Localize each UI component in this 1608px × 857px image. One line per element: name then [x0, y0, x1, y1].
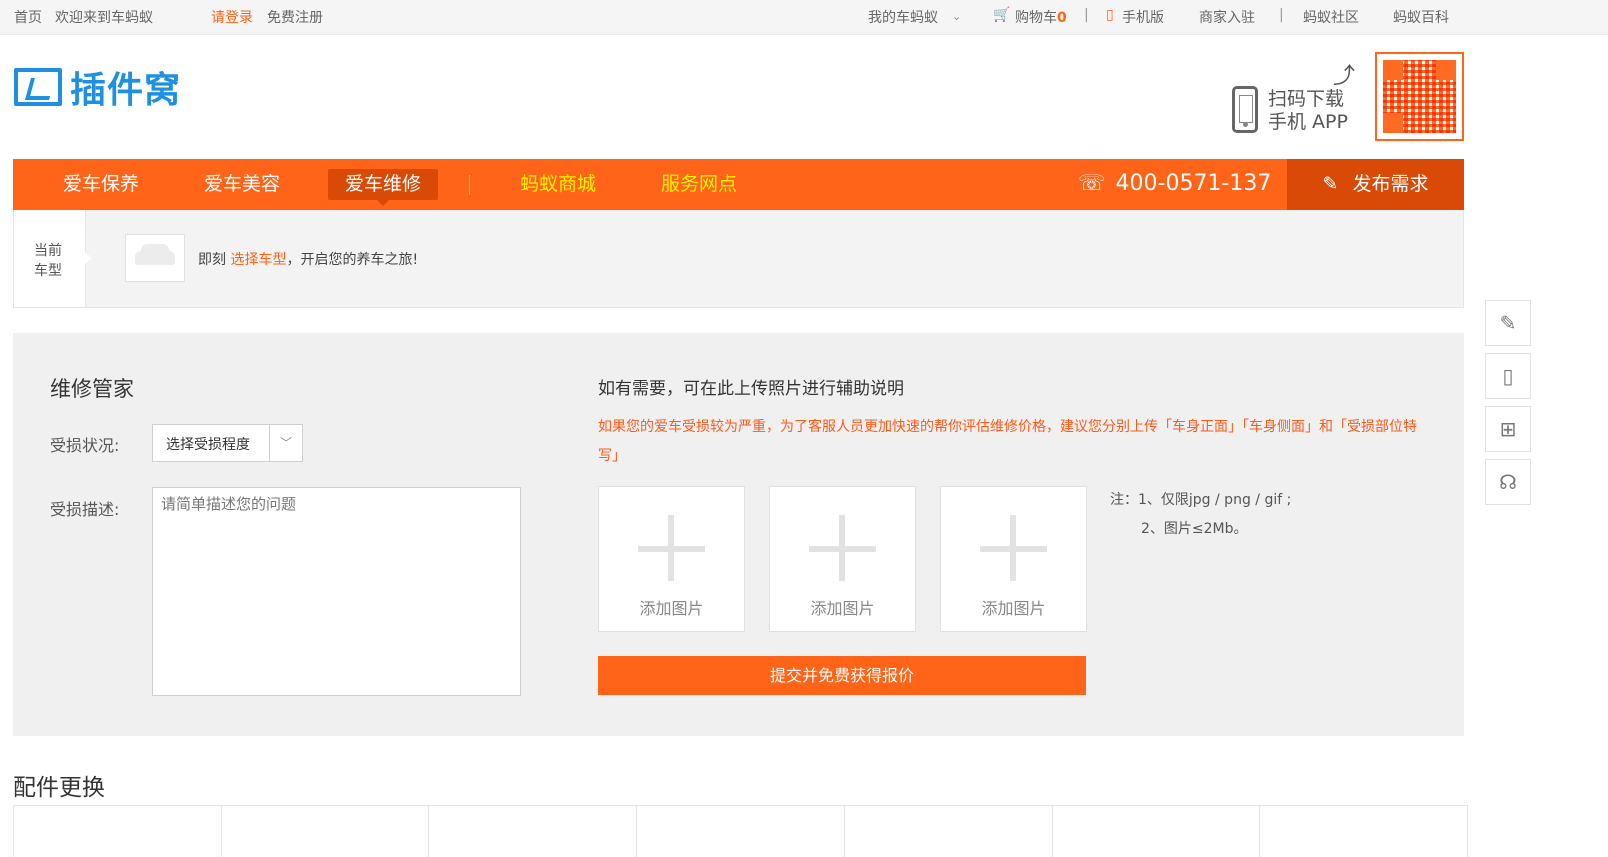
nav-divider — [469, 175, 470, 195]
pencil-icon: ✎ — [1322, 173, 1339, 195]
logo-text: 插件窝 — [70, 70, 182, 111]
site-logo[interactable]: 插件窝 — [14, 66, 181, 111]
merchant-link[interactable]: 商家入驻 — [1199, 7, 1255, 27]
parts-cell[interactable] — [845, 806, 1053, 857]
parts-cell[interactable] — [637, 806, 845, 857]
repair-panel: 维修管家 受损状况: 选择受损程度 ﹀ 受损描述: 如有需要，可在此上传照片进行… — [13, 333, 1464, 736]
qr-code-icon[interactable]: ⊞ — [1485, 406, 1531, 452]
upload-title: 如有需要，可在此上传照片进行辅助说明 — [598, 379, 904, 399]
wiki-link[interactable]: 蚂蚁百科 — [1393, 7, 1449, 27]
upload-note: 注：1、仅限jpg / png / gif ; 2、图片≤2Mb。 — [1110, 492, 1292, 537]
app-qr-code — [1375, 52, 1464, 141]
current-car-bar: 当前 车型 即刻 选择车型，开启您的养车之旅! — [13, 210, 1464, 308]
telephone-icon: ☏ — [1078, 171, 1106, 196]
current-car-label: 当前 车型 — [14, 210, 92, 307]
chevron-down-icon: ﹀ — [269, 425, 302, 461]
parts-cell[interactable] — [429, 806, 638, 857]
hotline: ☏ 400-0571-137 — [1078, 171, 1271, 196]
nav-item-maintenance[interactable]: 爱车保养 — [51, 169, 151, 200]
app-download-text: 扫码下载 手机 APP — [1268, 88, 1348, 133]
hotline-number: 400-0571-137 — [1115, 171, 1272, 196]
description-label: 受损描述: — [50, 500, 120, 519]
select-car-model-link[interactable]: 选择车型 — [230, 252, 286, 268]
divider: | — [1084, 7, 1089, 23]
add-image-button[interactable]: 添加图片 — [769, 486, 916, 632]
add-image-button[interactable]: 添加图片 — [940, 486, 1087, 632]
top-bar: 首页 欢迎来到车蚂蚁 请登录 免费注册 我的车蚂蚁 ⌄ 🛒 购物车0 | ▯ 手… — [0, 0, 1608, 35]
damage-level-select[interactable]: 选择受损程度 ﹀ — [152, 424, 303, 462]
nav-item-mall[interactable]: 蚂蚁商城 — [508, 169, 608, 200]
login-link[interactable]: 请登录 — [211, 7, 253, 27]
chevron-down-icon[interactable]: ⌄ — [952, 10, 961, 23]
side-toolbar: ✎ ▯ ⊞ ☊ — [1485, 300, 1531, 512]
community-link[interactable]: 蚂蚁社区 — [1303, 7, 1359, 27]
curved-arrow-icon: ⤴ — [1333, 64, 1356, 89]
mobile-icon: ▯ — [1106, 7, 1114, 23]
publish-request-button[interactable]: ✎ 发布需求 — [1287, 159, 1464, 210]
parts-section-title: 配件更换 — [13, 775, 105, 801]
cart-count: 0 — [1057, 10, 1067, 26]
cart-link[interactable]: 购物车0 — [1015, 7, 1067, 27]
parts-cell[interactable] — [1053, 806, 1261, 857]
register-link[interactable]: 免费注册 — [267, 7, 323, 27]
nav-item-repair[interactable]: 爱车维修 — [328, 169, 438, 206]
parts-cell[interactable] — [222, 806, 430, 857]
mobile-icon[interactable]: ▯ — [1485, 353, 1531, 399]
divider: | — [1279, 7, 1284, 23]
description-input[interactable] — [152, 487, 521, 696]
parts-cell[interactable] — [1260, 806, 1469, 857]
panel-title: 维修管家 — [50, 377, 134, 401]
upload-tip: 如果您的爱车受损较为严重，为了客服人员更加快速的帮你评估维修价格，建议您分别上传… — [598, 419, 1417, 464]
my-account-link[interactable]: 我的车蚂蚁 — [868, 7, 938, 27]
nav-item-beauty[interactable]: 爱车美容 — [192, 169, 292, 200]
car-select-prompt: 即刻 选择车型，开启您的养车之旅! — [198, 252, 419, 268]
parts-cell[interactable] — [14, 806, 222, 857]
cart-icon[interactable]: 🛒 — [993, 7, 1010, 23]
welcome-text: 欢迎来到车蚂蚁 — [55, 10, 153, 26]
add-image-button[interactable]: 添加图片 — [598, 486, 745, 632]
home-link[interactable]: 首页 — [14, 7, 42, 27]
chat-icon[interactable]: ☊ — [1485, 459, 1531, 505]
logo-mark-icon — [14, 68, 62, 106]
smartphone-icon — [1232, 86, 1258, 133]
mobile-link[interactable]: 手机版 — [1122, 7, 1164, 27]
damage-label: 受损状况: — [50, 436, 120, 455]
nav-item-service-points[interactable]: 服务网点 — [649, 169, 749, 200]
main-nav: 爱车保养 爱车美容 爱车维修 蚂蚁商城 服务网点 ☏ 400-0571-137 … — [13, 159, 1464, 210]
parts-grid — [13, 805, 1469, 857]
car-placeholder-icon — [125, 234, 185, 282]
edit-icon[interactable]: ✎ — [1485, 300, 1531, 346]
submit-quote-button[interactable]: 提交并免费获得报价 — [598, 656, 1086, 695]
